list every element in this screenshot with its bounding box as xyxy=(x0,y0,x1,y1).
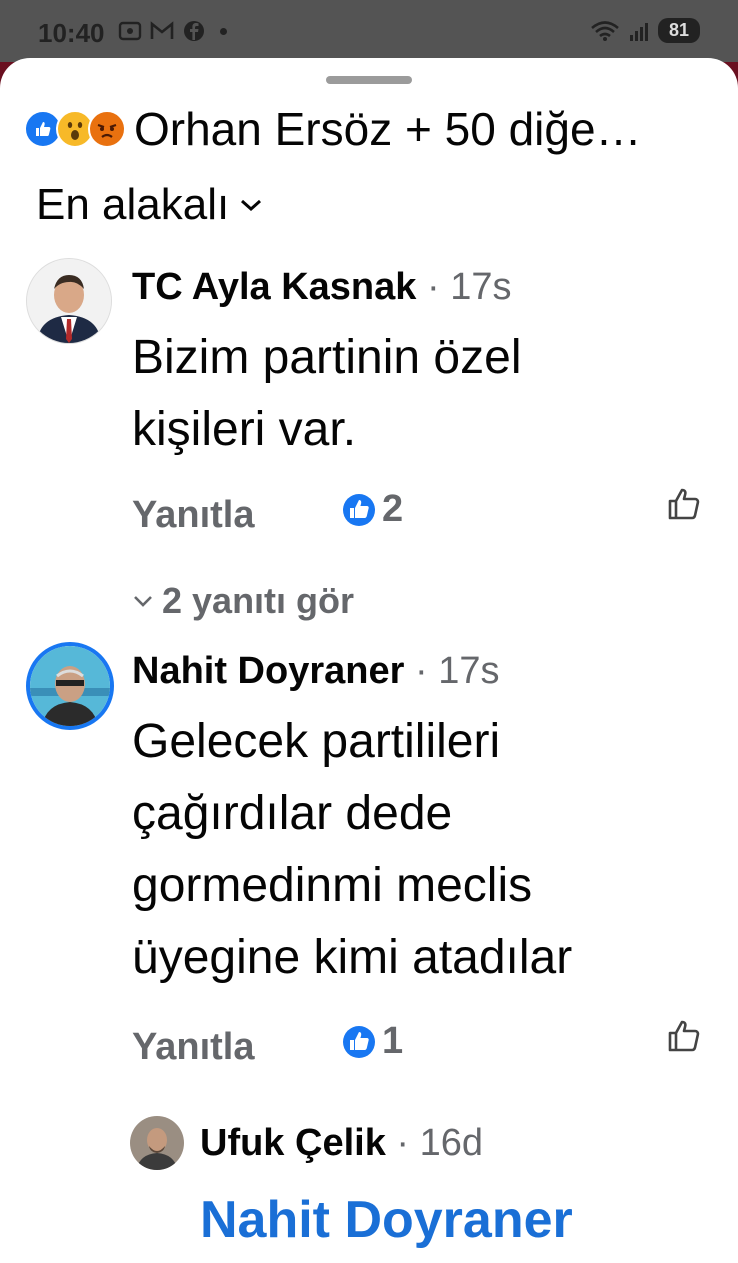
reply-time: 16d xyxy=(419,1121,484,1164)
status-right-icons: 81 xyxy=(590,18,700,43)
comment-line: Bizim partinin özel xyxy=(132,331,522,384)
comment-text: Gelecek partilileri çağırdılar dede gorm… xyxy=(132,706,572,994)
sort-label: En alakalı xyxy=(36,180,230,229)
comment-line: çağırdılar dede xyxy=(132,787,453,840)
status-left-icons xyxy=(118,20,227,42)
like-reaction-icon xyxy=(343,1025,375,1058)
comment-author[interactable]: Nahit Doyraner xyxy=(132,650,404,692)
reply-author[interactable]: Ufuk Çelik xyxy=(200,1122,386,1164)
status-bar: 10:40 81 xyxy=(0,0,738,62)
reply-header: Ufuk Çelik · 16d xyxy=(200,1121,484,1164)
sheet-drag-handle[interactable] xyxy=(326,76,412,84)
like-button-icon[interactable] xyxy=(666,1018,702,1054)
wifi-icon xyxy=(591,20,619,41)
status-time: 10:40 xyxy=(38,18,105,48)
reply-button[interactable]: Yanıtla xyxy=(132,494,255,537)
see-replies-button[interactable]: 2 yanıtı gör xyxy=(132,580,354,622)
sort-dropdown[interactable]: En alakalı xyxy=(36,180,263,230)
avatar[interactable] xyxy=(26,258,112,344)
reactions-summary-text: Orhan Ersöz + 50 diğe… xyxy=(134,103,642,155)
facebook-icon xyxy=(184,21,204,41)
reply-item: Ufuk Çelik · 16d xyxy=(130,1116,483,1170)
avatar[interactable] xyxy=(130,1116,184,1170)
like-count: 1 xyxy=(382,1020,404,1062)
comment-author[interactable]: TC Ayla Kasnak xyxy=(132,266,416,308)
comment-text: Bizim partinin özel kişileri var. xyxy=(132,322,521,466)
comment-actions: Yanıtla 2 xyxy=(132,488,702,544)
reply-button[interactable]: Yanıtla xyxy=(132,1026,255,1069)
comment-line: Gelecek partilileri xyxy=(132,715,501,768)
gmail-icon xyxy=(150,21,174,39)
chevron-down-icon xyxy=(241,199,262,212)
comment-actions: Yanıtla 1 xyxy=(132,1020,702,1076)
like-count: 2 xyxy=(382,488,404,530)
reply-mention[interactable]: Nahit Doyraner xyxy=(200,1190,573,1250)
chevron-down-icon xyxy=(134,596,152,607)
see-replies-label: 2 yanıtı gör xyxy=(162,580,355,621)
screenshot-icon xyxy=(118,21,142,41)
like-count-badge[interactable]: 2 xyxy=(342,488,403,531)
like-count-badge[interactable]: 1 xyxy=(342,1020,403,1063)
signal-icon xyxy=(630,22,648,41)
like-reaction-icon xyxy=(343,493,375,526)
like-button-icon[interactable] xyxy=(666,486,702,522)
comment-header: TC Ayla Kasnak · 17s xyxy=(132,266,512,308)
battery-indicator: 81 xyxy=(658,18,700,43)
comment-time: 17s xyxy=(438,650,500,692)
comment-line: gormedinmi meclis xyxy=(132,859,533,912)
comment-line: kişileri var. xyxy=(132,403,357,456)
comment-line: üyegine kimi atadılar xyxy=(132,931,573,984)
comment-time: 17s xyxy=(450,266,512,308)
comment-header: Nahit Doyraner · 17s xyxy=(132,650,500,692)
avatar[interactable] xyxy=(26,642,114,730)
comments-sheet: Orhan Ersöz + 50 diğe… En alakalı TC Ayl… xyxy=(0,58,738,1263)
dot-icon xyxy=(220,27,227,35)
angry-reaction-icon xyxy=(88,110,126,148)
reactions-summary[interactable]: Orhan Ersöz + 50 diğe… xyxy=(24,102,642,156)
